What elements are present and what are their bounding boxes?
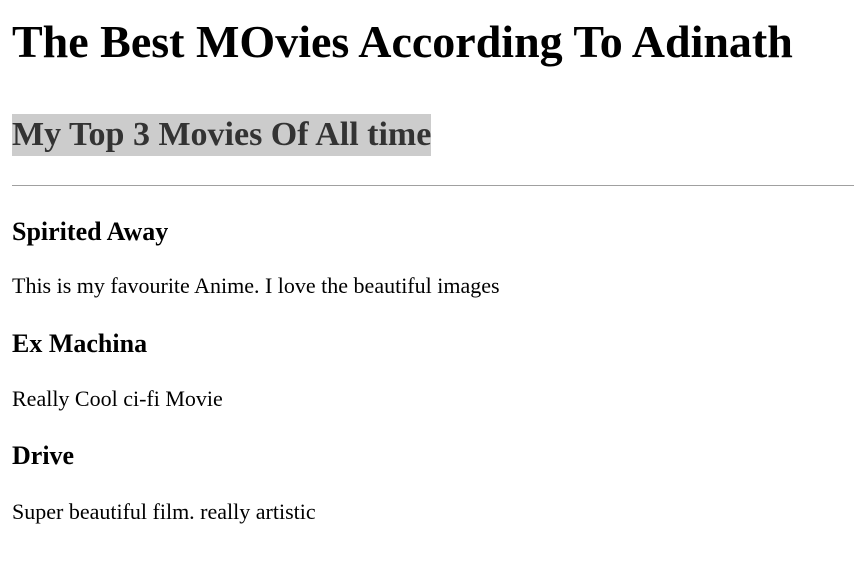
page-content: The Best MOvies According To Adinath My … bbox=[0, 15, 854, 525]
movie-title: Drive bbox=[12, 441, 75, 470]
movie-description: Super beautiful film. really artistic bbox=[12, 499, 316, 524]
movie-entry-ex-machina: Ex Machina Really Cool ci-fi Movie bbox=[12, 329, 854, 412]
page-title: The Best MOvies According To Adinath bbox=[12, 16, 793, 67]
movie-title: Spirited Away bbox=[12, 217, 169, 246]
movie-description: Really Cool ci-fi Movie bbox=[12, 386, 223, 411]
divider bbox=[12, 185, 854, 186]
page-subtitle: My Top 3 Movies Of All time bbox=[12, 114, 432, 156]
subtitle-wrapper: My Top 3 Movies Of All time bbox=[12, 114, 854, 156]
movie-description: This is my favourite Anime. I love the b… bbox=[12, 273, 500, 298]
movie-title: Ex Machina bbox=[12, 329, 148, 358]
movie-entry-drive: Drive Super beautiful film. really artis… bbox=[12, 441, 854, 525]
movie-entry-spirited-away: Spirited Away This is my favourite Anime… bbox=[12, 217, 854, 299]
